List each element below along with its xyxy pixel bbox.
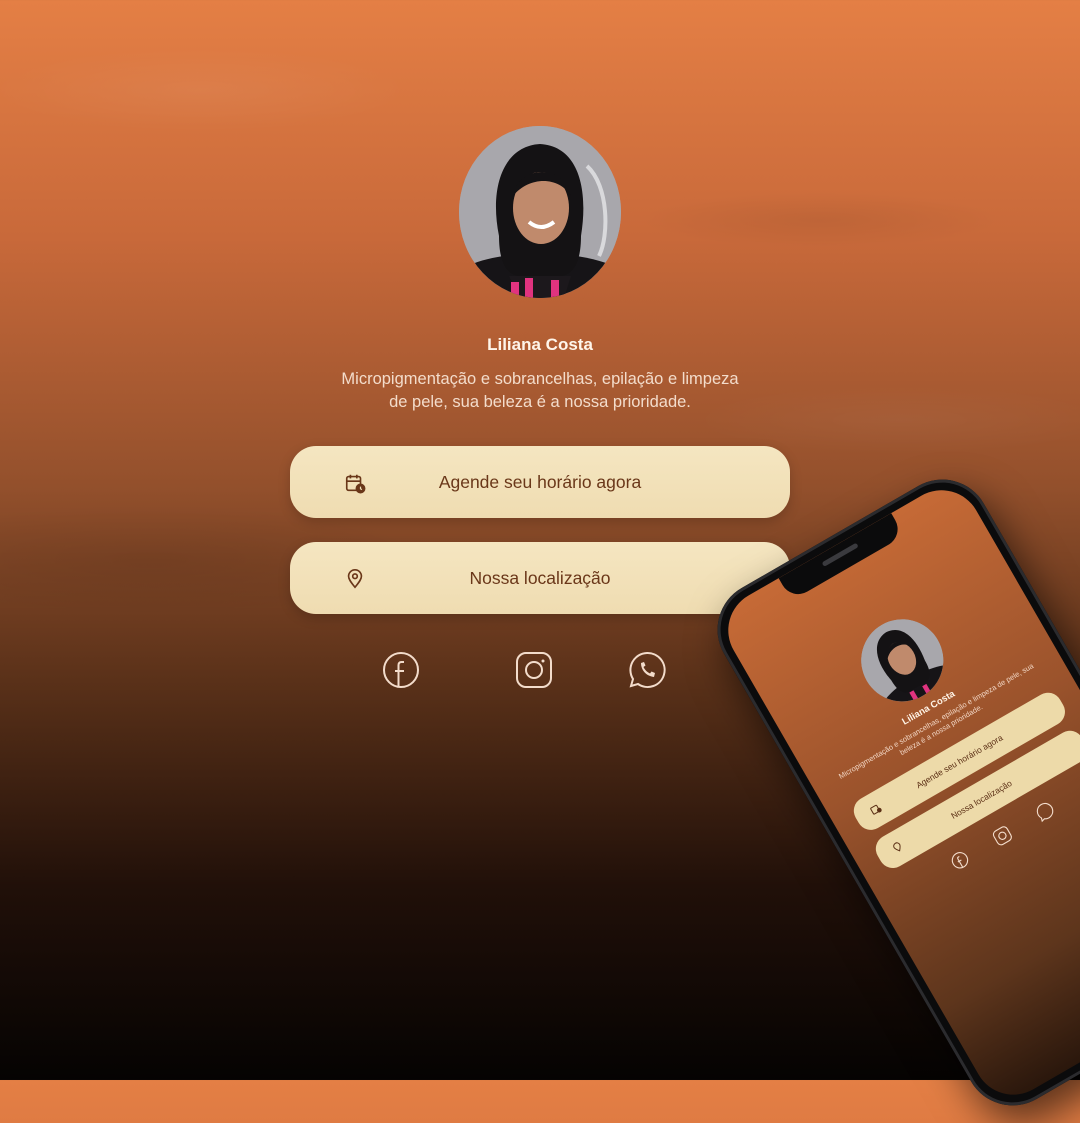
mockup-map-pin-icon xyxy=(890,840,905,855)
calendar-clock-icon xyxy=(344,472,366,494)
location-button-label: Nossa localização xyxy=(469,567,611,588)
mockup-calendar-icon xyxy=(868,802,883,817)
phone-speaker xyxy=(821,542,859,567)
whatsapp-icon[interactable] xyxy=(627,650,667,690)
mockup-facebook-icon xyxy=(948,848,973,873)
profile-photo xyxy=(459,126,621,298)
profile-photo-image xyxy=(459,126,621,298)
instagram-icon[interactable] xyxy=(514,650,554,690)
mockup-location-label: Nossa localização xyxy=(949,777,1014,821)
schedule-button-label: Agende seu horário agora xyxy=(438,471,642,492)
map-pin-icon xyxy=(344,568,366,590)
mockup-instagram-icon xyxy=(990,823,1015,848)
profile-name: Liliana Costa xyxy=(487,335,593,354)
facebook-icon[interactable] xyxy=(381,650,421,690)
schedule-button[interactable]: Agende seu horário agora xyxy=(290,446,790,518)
phone-notch xyxy=(778,513,905,601)
location-button[interactable]: Nossa localização xyxy=(290,542,790,614)
mockup-whatsapp-icon xyxy=(1033,799,1058,824)
profile-bio: Micropigmentação e sobrancelhas, epilaçã… xyxy=(341,370,739,411)
